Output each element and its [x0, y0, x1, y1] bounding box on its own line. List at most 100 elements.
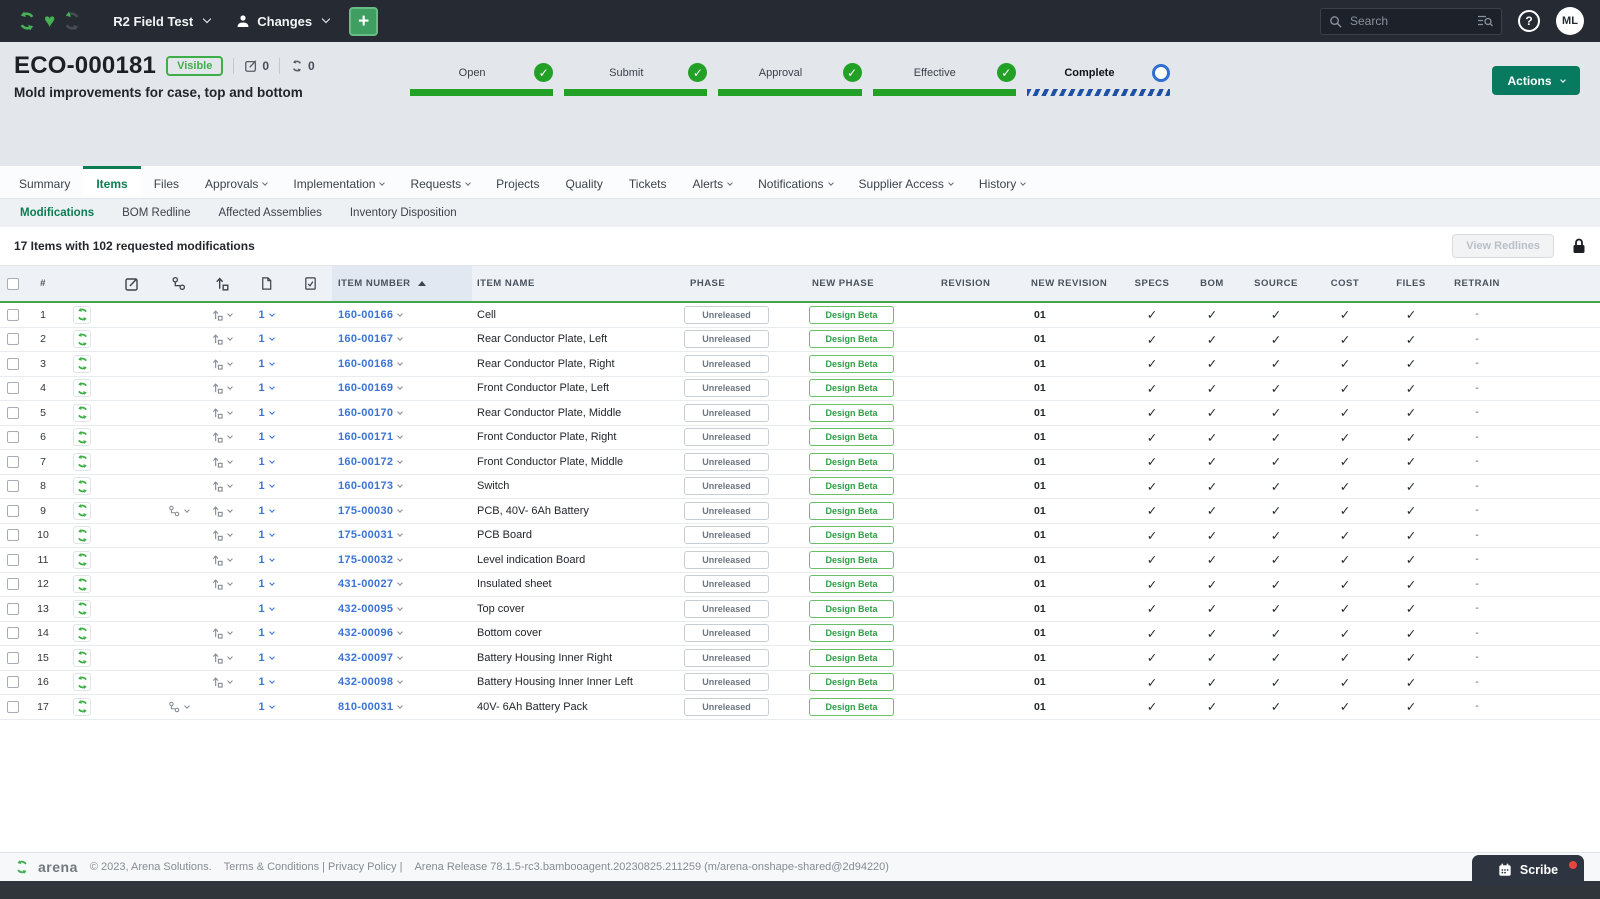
item-number-link[interactable]: 160-00173: [332, 480, 402, 492]
subtab-inventory-disposition[interactable]: Inventory Disposition: [336, 199, 471, 227]
subtab-affected-assemblies[interactable]: Affected Assemblies: [205, 199, 336, 227]
search-input[interactable]: Search: [1320, 8, 1502, 35]
avatar[interactable]: ML: [1556, 7, 1584, 35]
column-phase[interactable]: PHASE: [682, 266, 807, 301]
item-revision-icon[interactable]: [73, 502, 91, 520]
doc-count-link[interactable]: 1: [258, 431, 273, 443]
row-checkbox[interactable]: [7, 603, 19, 615]
row-checkbox[interactable]: [7, 480, 19, 492]
arena-logo[interactable]: ♥: [16, 10, 83, 32]
column-new-revision[interactable]: NEW REVISION: [1027, 266, 1122, 301]
doc-count-link[interactable]: 1: [258, 480, 273, 492]
item-number-link[interactable]: 432-00097: [332, 652, 402, 664]
tab-history[interactable]: History: [966, 166, 1038, 198]
item-revision-icon[interactable]: [73, 306, 91, 324]
item-revision-icon[interactable]: [73, 551, 91, 569]
item-revision-icon[interactable]: [73, 477, 91, 495]
item-number-link[interactable]: 160-00172: [332, 456, 402, 468]
row-checkbox[interactable]: [7, 627, 19, 639]
row-checkbox[interactable]: [7, 554, 19, 566]
column-item-name[interactable]: ITEM NAME: [472, 266, 682, 301]
column-specs[interactable]: SPECS: [1122, 266, 1182, 301]
sourcing-icon[interactable]: [212, 407, 232, 419]
tab-approvals[interactable]: Approvals: [192, 166, 280, 198]
item-number-link[interactable]: 432-00098: [332, 676, 402, 688]
row-checkbox[interactable]: [7, 529, 19, 541]
sourcing-icon[interactable]: [212, 382, 232, 394]
row-checkbox[interactable]: [7, 676, 19, 688]
doc-count-link[interactable]: 1: [258, 358, 273, 370]
item-revision-icon[interactable]: [73, 600, 91, 618]
help-icon[interactable]: ?: [1518, 10, 1540, 32]
item-revision-icon[interactable]: [73, 673, 91, 691]
view-redlines-button[interactable]: View Redlines: [1452, 234, 1554, 258]
doc-count-link[interactable]: 1: [258, 701, 273, 713]
changes-menu[interactable]: Changes: [230, 14, 335, 29]
doc-count-link[interactable]: 1: [258, 652, 273, 664]
item-number-link[interactable]: 160-00168: [332, 358, 402, 370]
doc-count-link[interactable]: 1: [258, 578, 273, 590]
tab-files[interactable]: Files: [141, 166, 192, 198]
doc-count-link[interactable]: 1: [258, 333, 273, 345]
item-number-link[interactable]: 432-00096: [332, 627, 402, 639]
row-checkbox[interactable]: [7, 407, 19, 419]
where-used-icon[interactable]: [168, 505, 189, 517]
column-retrain[interactable]: RETRAIN: [1442, 266, 1512, 301]
sourcing-icon[interactable]: [212, 480, 232, 492]
sourcing-icon[interactable]: [212, 505, 232, 517]
item-revision-icon[interactable]: [73, 330, 91, 348]
doc-count-link[interactable]: 1: [258, 309, 273, 321]
item-revision-icon[interactable]: [73, 526, 91, 544]
item-number-link[interactable]: 432-00095: [332, 603, 402, 615]
row-checkbox[interactable]: [7, 701, 19, 713]
notes-count[interactable]: 0: [244, 59, 269, 73]
sourcing-icon[interactable]: [212, 309, 232, 321]
tab-projects[interactable]: Projects: [483, 166, 552, 198]
item-revision-icon[interactable]: [73, 379, 91, 397]
tab-supplier-access[interactable]: Supplier Access: [846, 166, 966, 198]
item-revision-icon[interactable]: [73, 624, 91, 642]
item-number-link[interactable]: 160-00170: [332, 407, 402, 419]
tab-tickets[interactable]: Tickets: [616, 166, 680, 198]
sourcing-icon[interactable]: [212, 627, 232, 639]
doc-count-link[interactable]: 1: [258, 505, 273, 517]
scribe-widget[interactable]: Scribe: [1472, 855, 1584, 885]
item-number-link[interactable]: 810-00031: [332, 701, 402, 713]
sourcing-icon[interactable]: [212, 578, 232, 590]
item-revision-icon[interactable]: [73, 575, 91, 593]
row-checkbox[interactable]: [7, 652, 19, 664]
column-source[interactable]: SOURCE: [1242, 266, 1310, 301]
item-number-link[interactable]: 160-00166: [332, 309, 402, 321]
tab-requests[interactable]: Requests: [397, 166, 483, 198]
sourcing-icon[interactable]: [212, 676, 232, 688]
item-revision-icon[interactable]: [73, 404, 91, 422]
sourcing-icon[interactable]: [212, 652, 232, 664]
item-number-link[interactable]: 160-00169: [332, 382, 402, 394]
subtab-modifications[interactable]: Modifications: [6, 199, 108, 227]
tab-quality[interactable]: Quality: [553, 166, 616, 198]
column-bom[interactable]: BOM: [1182, 266, 1242, 301]
item-number-link[interactable]: 160-00167: [332, 333, 402, 345]
tab-items[interactable]: Items: [83, 166, 140, 198]
item-revision-icon[interactable]: [73, 355, 91, 373]
sourcing-icon[interactable]: [212, 529, 232, 541]
column-item-number[interactable]: ITEM NUMBER: [332, 266, 472, 301]
doc-count-link[interactable]: 1: [258, 529, 273, 541]
item-number-link[interactable]: 175-00030: [332, 505, 402, 517]
create-new-button[interactable]: +: [349, 7, 378, 36]
doc-count-link[interactable]: 1: [258, 554, 273, 566]
footer-links[interactable]: Terms & Conditions | Privacy Policy |: [224, 861, 403, 873]
item-revision-icon[interactable]: [73, 453, 91, 471]
workspace-switcher[interactable]: R2 Field Test: [107, 14, 216, 29]
sourcing-icon[interactable]: [212, 333, 232, 345]
column-cost[interactable]: COST: [1310, 266, 1380, 301]
column-new-phase[interactable]: NEW PHASE: [807, 266, 927, 301]
item-number-link[interactable]: 431-00027: [332, 578, 402, 590]
item-revision-icon[interactable]: [73, 649, 91, 667]
row-checkbox[interactable]: [7, 456, 19, 468]
item-revision-icon[interactable]: [73, 698, 91, 716]
doc-count-link[interactable]: 1: [258, 627, 273, 639]
row-checkbox[interactable]: [7, 431, 19, 443]
row-checkbox[interactable]: [7, 309, 19, 321]
tab-notifications[interactable]: Notifications: [745, 166, 845, 198]
